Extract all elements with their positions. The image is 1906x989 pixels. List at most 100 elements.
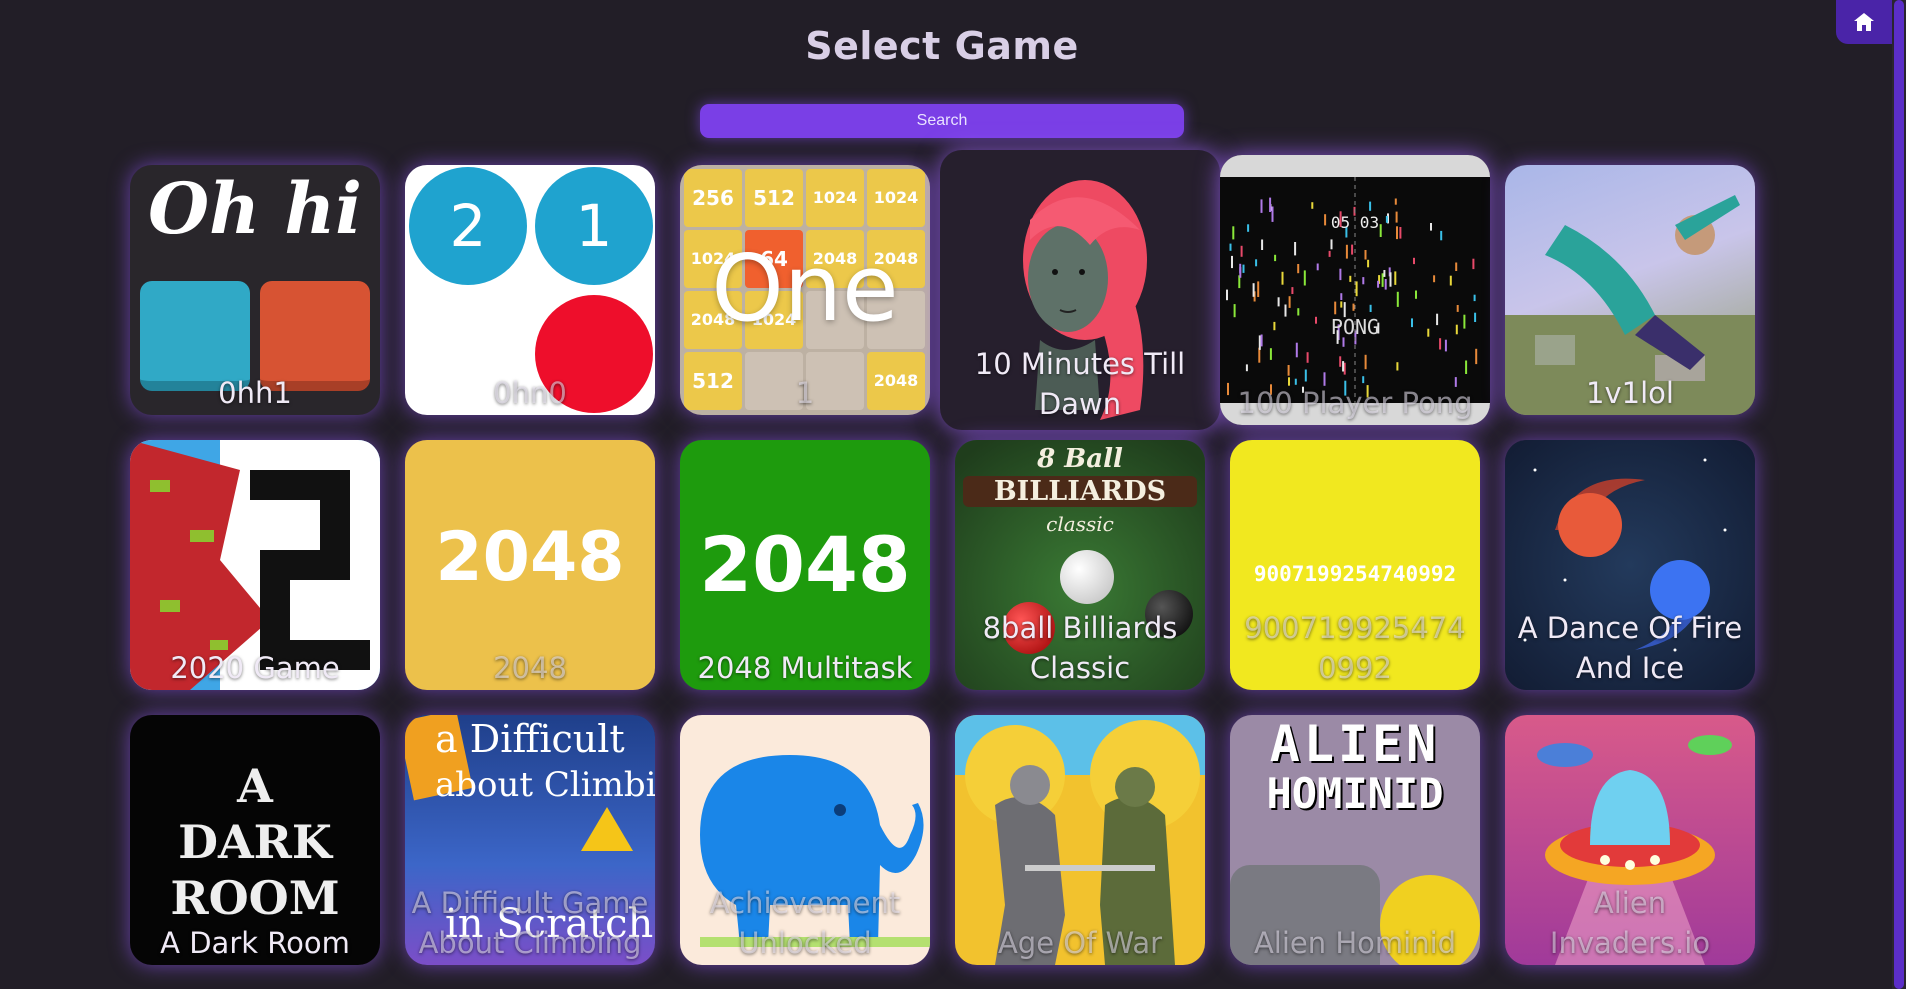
- game-tile-2048[interactable]: 2048 2048: [405, 440, 655, 690]
- paddle: [1258, 347, 1261, 363]
- game-title: 100 Player Pong: [1237, 386, 1473, 420]
- game-tile-alien-hominid[interactable]: ALIEN HOMINID Alien Hominid: [1230, 715, 1480, 965]
- game-tile-a-dance-of-fire-and-ice[interactable]: A Dance Of Fire And Ice: [1505, 440, 1755, 690]
- paddle: [1444, 339, 1447, 352]
- paddle: [1465, 360, 1468, 374]
- paddle: [1255, 259, 1258, 267]
- game-tile-100-player-pong[interactable]: 05 03 PONG 100 Player Pong: [1220, 155, 1490, 425]
- paddle: [1277, 297, 1280, 307]
- paddle: [1369, 304, 1372, 312]
- paddle: [1291, 287, 1294, 294]
- art-title: 2048: [699, 520, 911, 609]
- paddle: [1340, 301, 1343, 308]
- game-tile-10-minutes-till-dawn[interactable]: 10 Minutes Till Dawn: [940, 150, 1220, 430]
- paddle: [1287, 365, 1290, 376]
- art-line: HOMINID: [1266, 769, 1444, 818]
- paddle: [1349, 275, 1352, 282]
- art-line: A: [237, 759, 273, 813]
- art-title: One: [711, 235, 899, 342]
- paddle: [1345, 244, 1348, 259]
- game-tile-0hn0[interactable]: 2 1 0hn0: [405, 165, 655, 415]
- game-title: 0hn0: [493, 376, 567, 410]
- game-title: 8ball Billiards Classic: [982, 611, 1178, 685]
- cue-ball: [1060, 550, 1114, 604]
- game-tile-0hh1[interactable]: Oh hi 0hh1: [130, 165, 380, 415]
- paddle: [1475, 348, 1478, 365]
- game-tile-a-difficult-game-about-climbing[interactable]: a Difficult about Climbing in Scratch A …: [405, 715, 655, 965]
- art-line: 8 Ball: [1037, 444, 1123, 474]
- paddle: [1303, 270, 1306, 286]
- game-title: 1v1lol: [1586, 376, 1674, 410]
- game-tile-1v1lol[interactable]: 1v1lol: [1505, 165, 1755, 415]
- scrollbar-thumb[interactable]: [1894, 0, 1904, 989]
- grid-cell: 1024: [867, 169, 925, 227]
- paddle: [1384, 279, 1387, 290]
- paddle: [1339, 356, 1342, 367]
- paddle: [1339, 268, 1342, 281]
- paddle: [1294, 242, 1297, 256]
- art-title: 9007199254740992: [1253, 562, 1457, 586]
- game-tile-1[interactable]: 256 512 1024 1024 1024 64 2048 2048 2048 1024 512 2…: [680, 165, 930, 415]
- game-title: 0hh1: [218, 376, 292, 410]
- paddle: [1413, 257, 1415, 265]
- paddle: [1396, 291, 1399, 307]
- game-tile-a-dark-room[interactable]: A DARK ROOM A Dark Room: [130, 715, 380, 965]
- paddle: [1455, 262, 1458, 271]
- art-line: a Difficult: [435, 717, 625, 761]
- paddle: [1245, 364, 1248, 372]
- paddle: [1369, 201, 1372, 211]
- game-title: A Dark Room: [160, 926, 350, 960]
- paddle: [1229, 243, 1232, 251]
- warning-icon: [581, 807, 633, 851]
- paddle: [1377, 280, 1380, 288]
- art-line: DARK: [178, 815, 332, 869]
- paddle: [1473, 294, 1476, 302]
- paddle: [1394, 198, 1397, 205]
- grid-cell: 1024: [806, 169, 864, 227]
- paddle: [1330, 239, 1333, 250]
- game-title: 2020 Game: [170, 651, 340, 685]
- search-input[interactable]: [700, 104, 1184, 138]
- paddle: [1226, 289, 1228, 301]
- paddle: [1269, 348, 1272, 360]
- pong-field: [1226, 177, 1478, 403]
- game-title: 2048 Multitask: [697, 651, 913, 685]
- game-tile-achievement-unlocked[interactable]: Achievement Unlocked: [680, 715, 930, 965]
- game-tile-age-of-war[interactable]: Age Of War: [955, 715, 1205, 965]
- art-line: classic: [1046, 512, 1114, 536]
- paddle: [1269, 197, 1272, 212]
- game-tile-alien-invaders-io[interactable]: Alien Invaders.io: [1505, 715, 1755, 965]
- paddle: [1281, 271, 1284, 285]
- game-tile-2020-game[interactable]: 2020 Game: [130, 440, 380, 690]
- game-title: 9007199254740992: [1244, 611, 1466, 685]
- paddle: [1261, 239, 1264, 250]
- game-title: Alien Hominid: [1253, 926, 1457, 960]
- paddle: [1239, 263, 1242, 274]
- game-title: 10 Minutes Till Dawn: [974, 347, 1186, 421]
- home-button[interactable]: [1836, 0, 1892, 44]
- grid-cell: 512: [745, 169, 803, 227]
- art-line: BILLIARDS: [963, 476, 1197, 507]
- paddle: [1440, 230, 1443, 241]
- paddle: [1342, 361, 1345, 372]
- paddle: [1362, 277, 1365, 285]
- paddle: [1367, 259, 1370, 268]
- paddle: [1415, 290, 1417, 299]
- game-tile-8ball-billiards-classic[interactable]: 8 Ball BILLIARDS classic 8ball Billiards…: [955, 440, 1205, 690]
- home-icon: [1854, 13, 1874, 31]
- paddle: [1274, 254, 1277, 262]
- paddle: [1297, 264, 1300, 274]
- game-tile-9007199254740992[interactable]: 9007199254740992 9007199254740992: [1230, 440, 1480, 690]
- game-title: 2048: [493, 651, 567, 685]
- paddle: [1472, 258, 1475, 270]
- paddle: [1456, 305, 1459, 312]
- game-tile-2048-multitask[interactable]: 2048 2048 Multitask: [680, 440, 930, 690]
- paddle: [1242, 264, 1245, 273]
- pong-logo: PONG: [1330, 315, 1380, 339]
- paddle: [1449, 275, 1452, 286]
- paddle: [1252, 283, 1255, 297]
- paddle: [1352, 303, 1355, 311]
- game-title: Alien Invaders.io: [1549, 886, 1711, 960]
- game-title: 1: [795, 376, 815, 410]
- screen-frame-top: [1220, 155, 1490, 177]
